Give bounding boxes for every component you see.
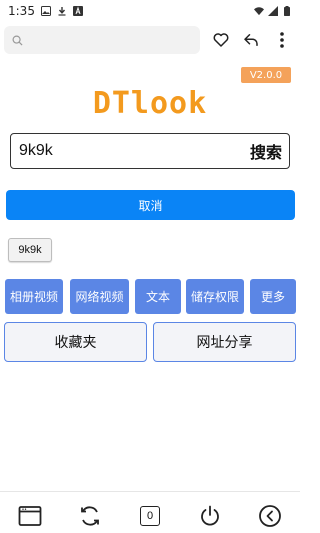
history-chip[interactable]: 9k9k [8,238,52,262]
app-logo: DTlook [92,86,208,121]
power-icon[interactable] [198,504,222,528]
bottom-navigation: 0 [0,491,300,533]
status-time: 1:35 [8,4,35,18]
url-bar[interactable] [4,26,200,54]
status-bar: 1:35 [0,0,300,22]
signal-icon [268,6,278,16]
search-input[interactable] [11,142,243,160]
search-box: 搜索 [10,133,290,169]
status-left: 1:35 [8,4,83,18]
more-icon[interactable] [270,28,294,52]
tab-count: 0 [140,506,160,526]
battery-icon [282,6,292,16]
refresh-icon[interactable] [78,504,102,528]
network-video-button[interactable]: 网络视频 [70,279,129,314]
wifi-icon [254,6,264,16]
status-right [254,6,292,16]
back-icon[interactable] [258,504,282,528]
image-icon [40,6,51,16]
cancel-button[interactable]: 取消 [6,190,295,220]
album-video-button[interactable]: 相册视频 [5,279,63,314]
favorites-button[interactable]: 收藏夹 [4,322,147,362]
heart-icon[interactable] [209,28,233,52]
download-icon [57,6,67,16]
search-icon [12,35,23,46]
search-button[interactable]: 搜索 [243,134,289,168]
version-badge: V2.0.0 [241,67,291,83]
share-icon[interactable] [239,28,263,52]
url-share-button[interactable]: 网址分享 [153,322,296,362]
a-icon [72,6,83,16]
url-input[interactable] [27,26,200,54]
browser-toolbar [0,22,300,58]
tabs-icon[interactable]: 0 [138,504,162,528]
window-icon[interactable] [18,504,42,528]
text-button[interactable]: 文本 [135,279,181,314]
storage-permission-button[interactable]: 储存权限 [186,279,244,314]
more-button[interactable]: 更多 [250,279,296,314]
